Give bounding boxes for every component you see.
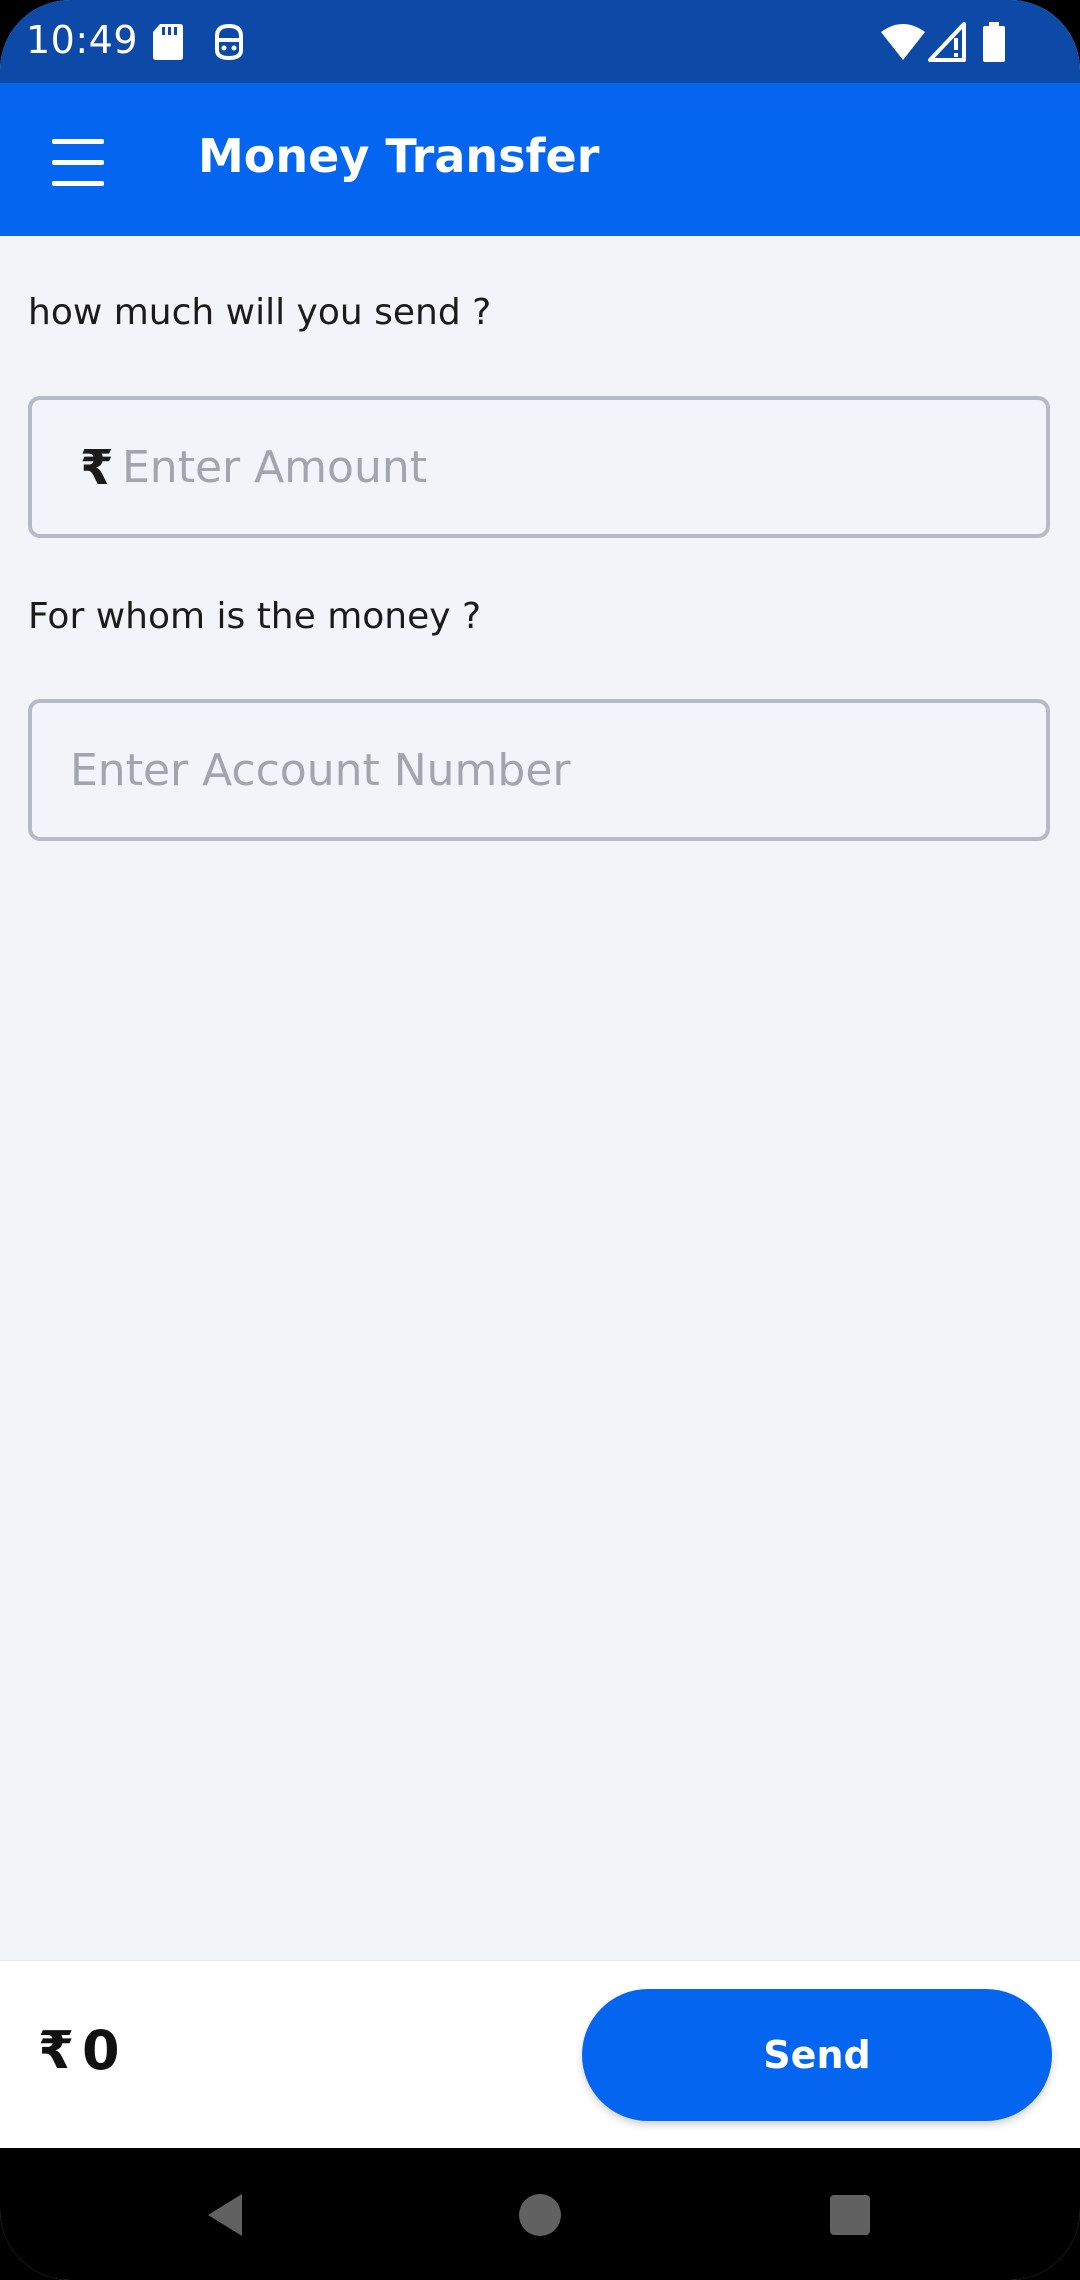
- menu-button[interactable]: [30, 117, 122, 209]
- battery-icon: [983, 22, 1005, 62]
- home-icon[interactable]: [505, 2180, 575, 2250]
- system-nav-bar: [0, 2148, 1080, 2280]
- signal-icon: [928, 22, 966, 62]
- app-bar: Money Transfer: [0, 83, 1080, 236]
- send-button[interactable]: Send: [582, 1989, 1052, 2121]
- account-field[interactable]: [28, 699, 1050, 841]
- back-icon[interactable]: [192, 2180, 262, 2250]
- sd-card-icon: [153, 24, 183, 60]
- recents-icon[interactable]: [815, 2180, 885, 2250]
- amount-input[interactable]: [122, 400, 1022, 534]
- wifi-icon: [881, 24, 925, 60]
- status-bar: 10:49: [0, 0, 1080, 83]
- page-title: Money Transfer: [198, 129, 600, 183]
- status-time: 10:49: [26, 18, 139, 62]
- notification-icon: [215, 23, 243, 61]
- bottom-panel: ₹ 0 Send: [0, 1960, 1080, 2149]
- amount-label: how much will you send ?: [28, 292, 492, 333]
- total-currency: ₹: [38, 2021, 75, 2081]
- rupee-prefix: ₹: [80, 440, 114, 496]
- account-number-input[interactable]: [70, 703, 1020, 837]
- app-screen: 10:49 Money Transfer how much will you s…: [0, 0, 1080, 2280]
- account-label: For whom is the money ?: [28, 596, 482, 637]
- total-amount: 0: [82, 2019, 120, 2082]
- amount-field[interactable]: ₹: [28, 396, 1050, 538]
